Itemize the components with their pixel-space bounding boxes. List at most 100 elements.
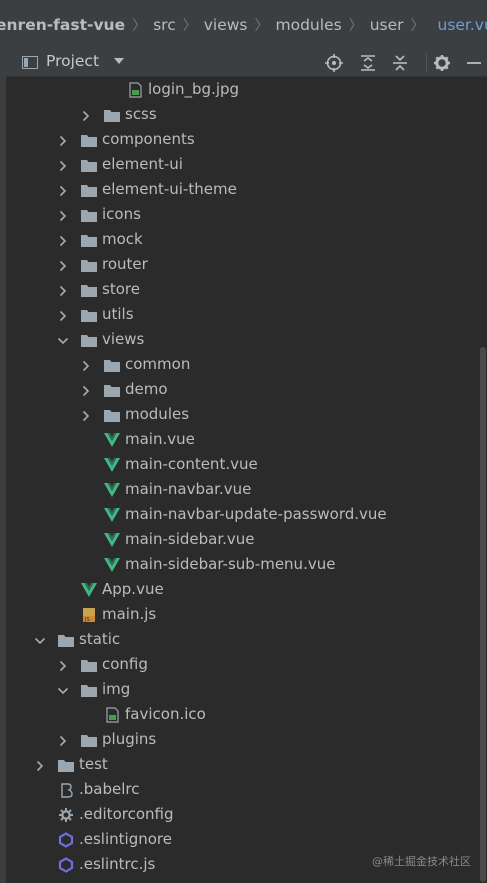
tree-file-row[interactable]: main-sidebar.vue <box>6 528 476 553</box>
tree-folder-row[interactable]: icons <box>6 203 476 228</box>
tree-folder-row[interactable]: modules <box>6 403 476 428</box>
tree-file-row[interactable]: .eslintignore <box>6 828 476 853</box>
chevron-right-icon[interactable] <box>56 184 70 198</box>
tree-scrollbar[interactable] <box>480 347 486 882</box>
tree-folder-row[interactable]: img <box>6 678 476 703</box>
tree-folder-row[interactable]: static <box>6 628 476 653</box>
tree-item-label: icons <box>102 205 141 223</box>
tree-file-row[interactable]: JS main.js <box>6 603 476 628</box>
project-view-title[interactable]: Project <box>46 52 99 70</box>
chevron-right-icon: 〉 <box>410 18 425 34</box>
tree-folder-row[interactable]: demo <box>6 378 476 403</box>
breadcrumb-item-current-file[interactable]: user.vue <box>438 16 487 34</box>
chevron-right-icon: 〉 <box>348 18 363 34</box>
tree-item-label: demo <box>125 380 168 398</box>
tree-item-label: scss <box>125 105 157 123</box>
tree-folder-row[interactable]: config <box>6 653 476 678</box>
folder-icon <box>58 635 74 647</box>
chevron-right-icon[interactable] <box>56 259 70 273</box>
breadcrumb: enren-fast-vue 〉 src 〉 views 〉 modules 〉… <box>0 0 487 51</box>
chevron-right-icon: 〉 <box>182 18 197 34</box>
tree-file-row[interactable]: favicon.ico <box>6 703 476 728</box>
tree-item-label: .eslintignore <box>79 830 172 848</box>
folder-icon <box>81 210 97 222</box>
collapse-all-icon[interactable] <box>390 53 410 73</box>
tree-file-row[interactable]: main-navbar.vue <box>6 478 476 503</box>
chevron-right-icon: 〉 <box>254 18 269 34</box>
tree-folder-row[interactable]: scss <box>6 103 476 128</box>
expand-all-icon[interactable] <box>358 53 378 73</box>
tree-file-row[interactable]: .babelrc <box>6 778 476 803</box>
folder-icon <box>58 760 74 772</box>
tree-file-row[interactable]: main-navbar-update-password.vue <box>6 503 476 528</box>
chevron-right-icon[interactable] <box>56 159 70 173</box>
tree-item-label: favicon.ico <box>125 705 206 723</box>
chevron-right-icon[interactable] <box>79 409 93 423</box>
tree-folder-row[interactable]: plugins <box>6 728 476 753</box>
tree-item-label: components <box>102 130 195 148</box>
tree-file-row[interactable]: main-content.vue <box>6 453 476 478</box>
chevron-right-icon[interactable] <box>79 109 93 123</box>
chevron-right-icon[interactable] <box>56 209 70 223</box>
tree-item-label: main.js <box>102 605 157 623</box>
tree-folder-row[interactable]: mock <box>6 228 476 253</box>
folder-icon <box>104 110 120 122</box>
hide-icon[interactable] <box>464 53 484 73</box>
tree-folder-row[interactable]: views <box>6 328 476 353</box>
tree-item-label: element-ui-theme <box>102 180 237 198</box>
chevron-right-icon[interactable] <box>79 359 93 373</box>
tree-item-label: store <box>102 280 140 298</box>
tree-item-label: mock <box>102 230 143 248</box>
chevron-down-icon[interactable] <box>56 684 70 698</box>
folder-icon <box>81 285 97 297</box>
tree-file-row[interactable]: App.vue <box>6 578 476 603</box>
locate-icon[interactable] <box>324 53 344 73</box>
tree-folder-row[interactable]: router <box>6 253 476 278</box>
breadcrumb-item-views[interactable]: views <box>204 16 248 34</box>
tree-folder-row[interactable]: element-ui <box>6 153 476 178</box>
chevron-right-icon[interactable] <box>56 309 70 323</box>
tree-folder-row[interactable]: common <box>6 353 476 378</box>
chevron-right-icon[interactable] <box>33 759 47 773</box>
breadcrumb-item-user[interactable]: user <box>370 16 404 34</box>
tree-file-row[interactable]: .editorconfig <box>6 803 476 828</box>
chevron-down-icon[interactable] <box>33 634 47 648</box>
chevron-right-icon[interactable] <box>56 234 70 248</box>
chevron-right-icon[interactable] <box>56 134 70 148</box>
tree-item-label: main-navbar.vue <box>125 480 252 498</box>
tree-item-label: element-ui <box>102 155 183 173</box>
chevron-right-icon: 〉 <box>132 18 147 34</box>
gear-icon[interactable] <box>432 53 452 73</box>
vue-file-icon <box>104 558 120 572</box>
chevron-right-icon[interactable] <box>56 659 70 673</box>
folder-icon <box>81 735 97 747</box>
eslint-file-icon <box>58 832 74 848</box>
tree-item-label: .eslintrc.js <box>79 855 156 873</box>
chevron-right-icon[interactable] <box>56 284 70 298</box>
vue-file-icon <box>104 483 120 497</box>
folder-icon <box>104 385 120 397</box>
chevron-down-icon[interactable] <box>114 58 124 64</box>
folder-icon <box>104 410 120 422</box>
chevron-down-icon[interactable] <box>56 334 70 348</box>
breadcrumb-item-src[interactable]: src <box>153 16 176 34</box>
folder-icon <box>81 235 97 247</box>
tree-item-label: test <box>79 755 108 773</box>
tree-folder-row[interactable]: element-ui-theme <box>6 178 476 203</box>
tree-folder-row[interactable]: store <box>6 278 476 303</box>
chevron-right-icon[interactable] <box>79 384 93 398</box>
eslint-file-icon <box>58 857 74 873</box>
tree-item-label: main-sidebar.vue <box>125 530 255 548</box>
tree-file-row[interactable]: login_bg.jpg <box>6 78 476 103</box>
breadcrumb-item-modules[interactable]: modules <box>276 16 342 34</box>
tree-folder-row[interactable]: test <box>6 753 476 778</box>
breadcrumb-item-project[interactable]: enren-fast-vue <box>0 16 125 34</box>
tree-item-label: main-sidebar-sub-menu.vue <box>125 555 336 573</box>
tree-file-row[interactable]: main-sidebar-sub-menu.vue <box>6 553 476 578</box>
tree-folder-row[interactable]: utils <box>6 303 476 328</box>
tree-item-label: main-content.vue <box>125 455 258 473</box>
tree-folder-row[interactable]: components <box>6 128 476 153</box>
chevron-right-icon[interactable] <box>56 734 70 748</box>
tree-item-label: .editorconfig <box>79 805 174 823</box>
tree-file-row[interactable]: main.vue <box>6 428 476 453</box>
